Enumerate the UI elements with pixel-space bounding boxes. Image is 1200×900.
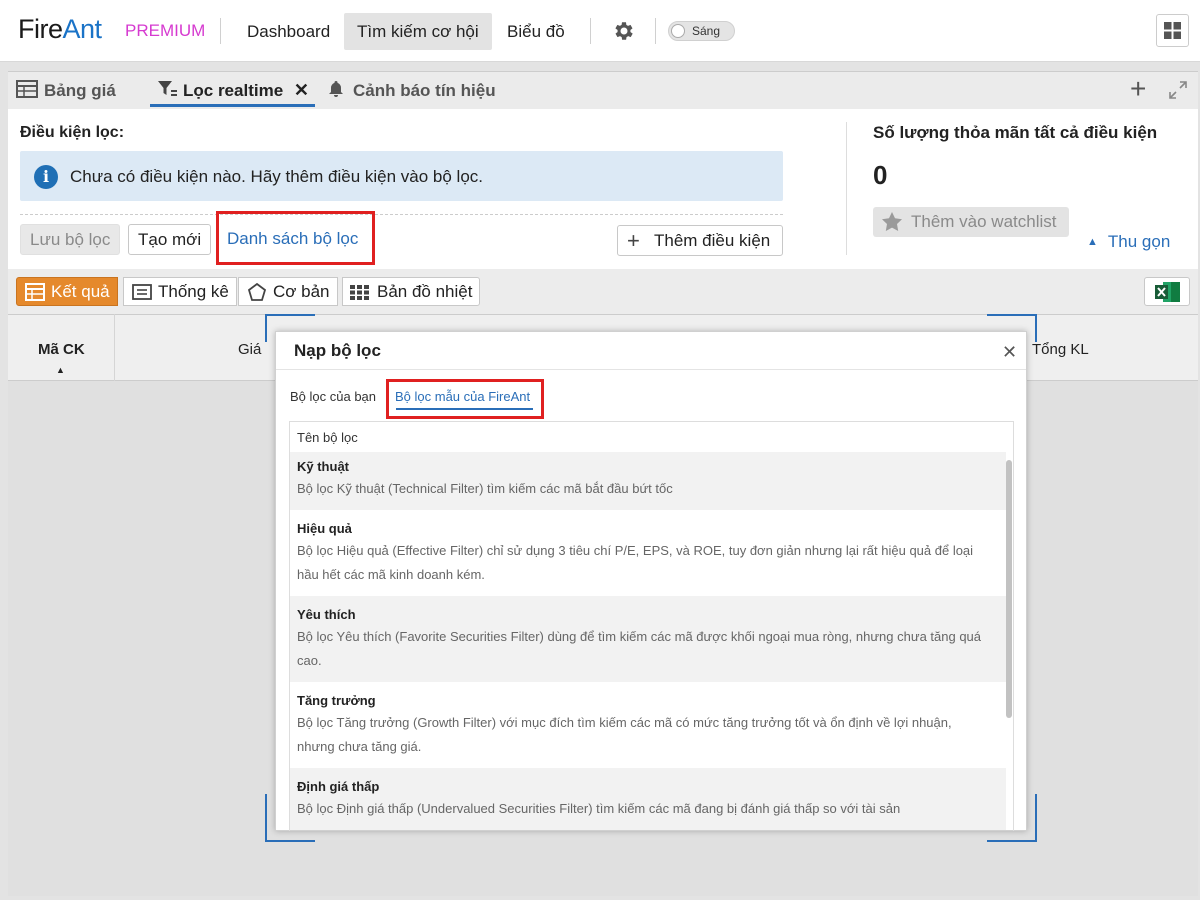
grid-icon <box>1164 22 1181 39</box>
nav-dashboard[interactable]: Dashboard <box>234 13 343 50</box>
save-filter-button[interactable]: Lưu bộ lọc <box>20 224 121 255</box>
filter-description: Bộ lọc Định giá thấp (Undervalued Securi… <box>297 801 901 816</box>
filter-description: cao. <box>297 653 322 668</box>
gear-icon[interactable] <box>612 19 636 43</box>
close-icon[interactable]: ✕ <box>1002 342 1017 363</box>
dialog-title: Nạp bộ lọc <box>294 341 381 360</box>
watchlist-label: Thêm vào watchlist <box>911 212 1057 231</box>
filter-description: Bộ lọc Hiệu quả (Effective Filter) chỉ s… <box>297 543 974 558</box>
stats-icon <box>132 284 152 300</box>
collapse-label: Thu gọn <box>1107 232 1171 251</box>
list-item[interactable]: Định giá thấp Bộ lọc Định giá thấp (Unde… <box>290 768 1006 830</box>
tab-heatmap[interactable]: Bản đồ nhiệt <box>342 277 481 306</box>
column-label: Mã CK <box>38 341 85 358</box>
fireant-logo[interactable]: FireAnt <box>18 14 102 45</box>
list-scrollbar[interactable] <box>1006 460 1012 718</box>
tab-price-board[interactable]: Bảng giá <box>16 80 116 101</box>
close-tab-icon[interactable]: ✕ <box>294 80 309 100</box>
match-count-heading: Số lượng thỏa mãn tất cả điều kiện <box>873 123 1158 142</box>
filter-conditions-heading: Điều kiện lọc: <box>20 124 125 141</box>
nav-opportunity-search[interactable]: Tìm kiếm cơ hội <box>344 13 492 50</box>
tab-label: Thống kê <box>158 282 229 301</box>
tab-basic[interactable]: Cơ bản <box>238 277 338 306</box>
info-icon: i <box>34 165 58 189</box>
tab-label: Bản đồ nhiệt <box>377 282 473 301</box>
active-tab-indicator <box>150 104 315 107</box>
filter-description: Bộ lọc Tăng trưởng (Growth Filter) với m… <box>297 715 952 730</box>
filter-name: Yêu thích <box>297 607 356 622</box>
filter-name: Định giá thấp <box>297 779 380 794</box>
column-header-filter-name: Tên bộ lọc <box>297 430 358 445</box>
premium-badge: PREMIUM <box>125 21 206 40</box>
tab-fireant-templates[interactable]: Bộ lọc mẫu của FireAnt <box>395 389 530 404</box>
filter-name: Kỹ thuật <box>297 459 349 474</box>
collapse-link[interactable]: ▲ Thu gọn <box>1087 232 1170 252</box>
add-condition-label: Thêm điều kiện <box>654 231 771 250</box>
theme-toggle-label: Sáng <box>692 24 721 38</box>
filter-icon <box>158 81 177 96</box>
filter-name: Tăng trưởng <box>297 693 376 708</box>
nav-divider <box>655 18 656 44</box>
filter-description: nhưng chưa tăng giá. <box>297 739 422 754</box>
column-header-price[interactable]: Giá <box>238 341 261 358</box>
nav-divider <box>220 18 221 44</box>
bell-icon <box>329 81 343 97</box>
column-header-symbol[interactable]: Mã CK ▲ <box>8 314 115 381</box>
list-item[interactable]: Yêu thích Bộ lọc Yêu thích (Favorite Sec… <box>290 596 1006 682</box>
info-message: Chưa có điều kiện nào. Hãy thêm điều kiệ… <box>70 167 484 186</box>
filter-name: Hiệu quả <box>297 521 352 536</box>
nav-charts[interactable]: Biểu đồ <box>494 13 578 50</box>
filter-list-link[interactable]: Danh sách bộ lọc <box>227 229 358 249</box>
panel-divider <box>846 122 847 255</box>
tab-label: Kết quả <box>51 282 110 301</box>
tab-label: Lọc realtime <box>183 81 284 100</box>
star-icon <box>882 212 902 231</box>
toggle-knob <box>671 24 685 38</box>
column-header-total-volume[interactable]: Tổng KL <box>1032 341 1089 358</box>
add-condition-button[interactable]: + Thêm điều kiện <box>617 225 783 256</box>
filter-description: Bộ lọc Yêu thích (Favorite Securities Fi… <box>297 629 982 644</box>
sort-asc-icon: ▲ <box>56 365 65 375</box>
tab-label: Cơ bản <box>273 282 330 301</box>
active-tab-indicator <box>396 408 533 410</box>
match-count: 0 <box>873 160 888 190</box>
excel-icon <box>1155 282 1180 302</box>
expand-icon[interactable] <box>1168 80 1188 100</box>
list-item[interactable]: Hiệu quả Bộ lọc Hiệu quả (Effective Filt… <box>290 510 1006 596</box>
export-excel-button[interactable] <box>1144 277 1190 306</box>
pentagon-icon <box>247 283 267 301</box>
plus-icon: + <box>627 228 640 253</box>
tab-realtime-filter[interactable]: Lọc realtime ✕ <box>157 80 309 101</box>
add-tab-icon[interactable]: + <box>1130 75 1146 103</box>
divider <box>20 214 783 215</box>
tab-label: Cảnh báo tín hiệu <box>353 81 496 100</box>
list-item[interactable]: Tăng trưởng Bộ lọc Tăng trưởng (Growth F… <box>290 682 1006 768</box>
tab-results[interactable]: Kết quả <box>16 277 118 306</box>
list-item[interactable]: Kỹ thuật Bộ lọc Kỹ thuật (Technical Filt… <box>290 452 1006 510</box>
tab-my-filters[interactable]: Bộ lọc của bạn <box>290 389 376 404</box>
filter-description: hầu hết các mã kinh doanh kém. <box>297 567 485 582</box>
list-icon <box>25 283 45 301</box>
new-filter-button[interactable]: Tạo mới <box>128 224 212 255</box>
nav-divider <box>590 18 591 44</box>
theme-toggle[interactable]: Sáng <box>668 21 735 41</box>
layout-grid-button[interactable] <box>1156 14 1189 47</box>
caret-up-icon: ▲ <box>1087 236 1098 248</box>
add-to-watchlist-button[interactable]: Thêm vào watchlist <box>873 207 1069 237</box>
heatmap-icon <box>350 285 369 300</box>
tab-statistics[interactable]: Thống kê <box>123 277 237 306</box>
table-icon <box>16 80 38 98</box>
dialog-header-divider <box>276 369 1026 370</box>
tab-signal-alerts[interactable]: Cảnh báo tín hiệu <box>327 80 496 101</box>
tab-label: Bảng giá <box>44 81 116 100</box>
filter-description: Bộ lọc Kỹ thuật (Technical Filter) tìm k… <box>297 481 673 496</box>
